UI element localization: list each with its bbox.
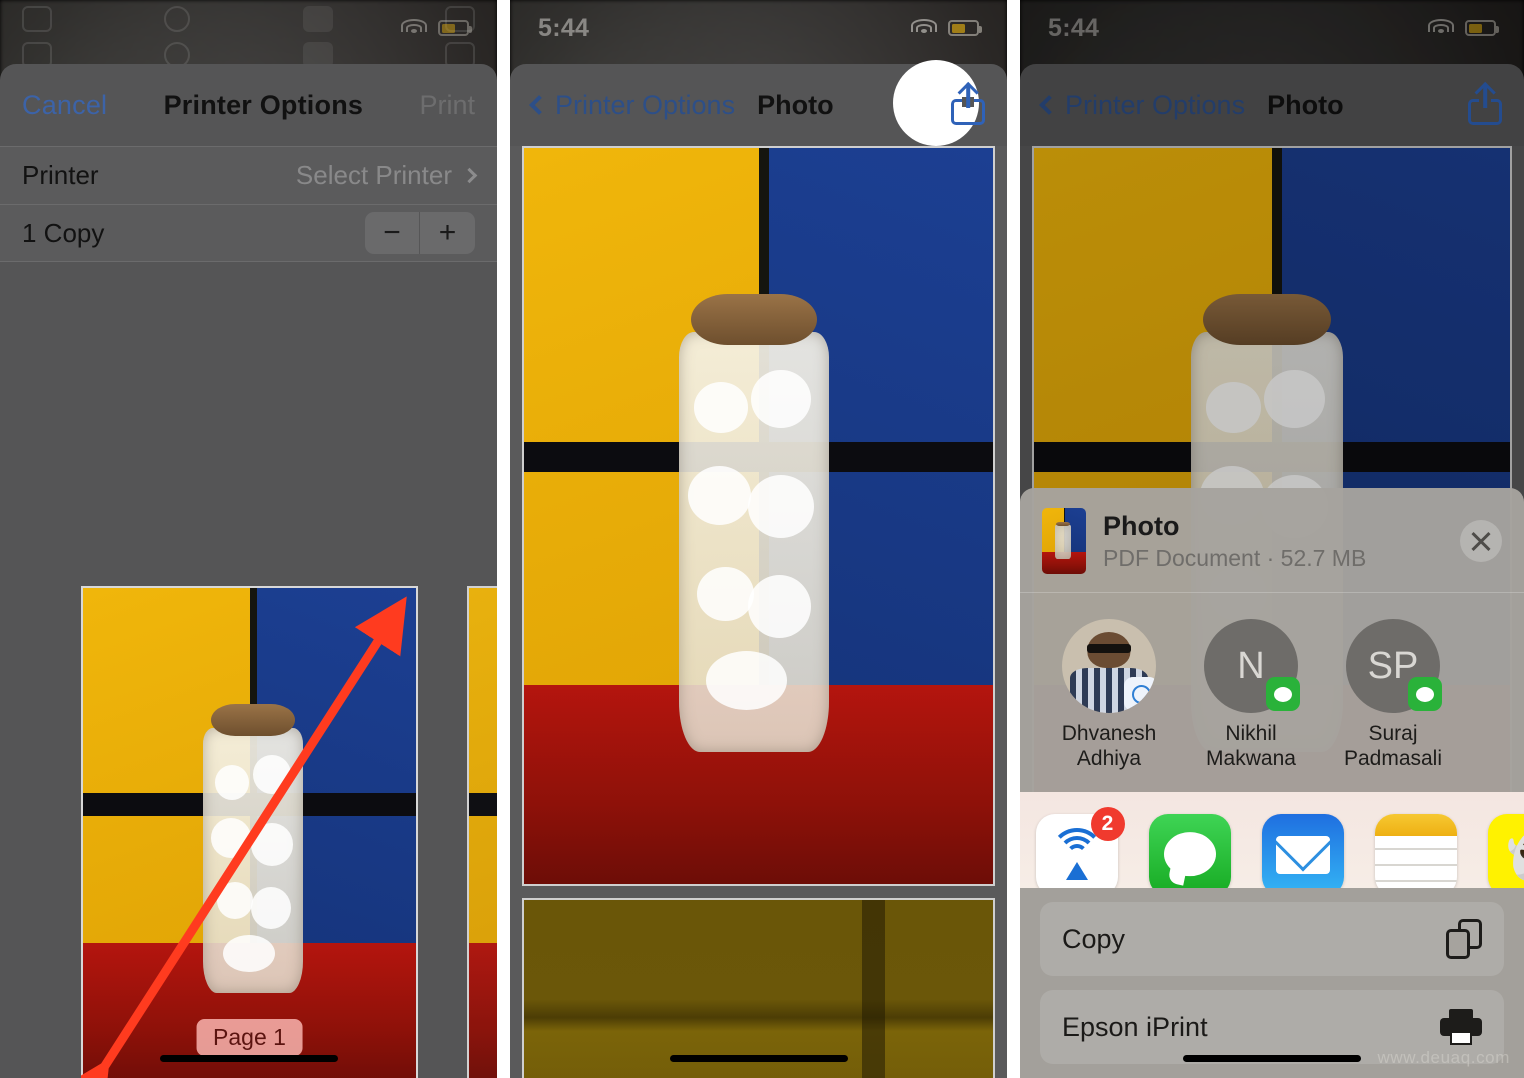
contact-name: Nikhil Makwana xyxy=(1206,722,1296,770)
printer-options-list: Printer Select Printer 1 Copy − + xyxy=(0,146,497,262)
share-doc-header: Photo PDF Document · 52.7 MB xyxy=(1020,488,1524,593)
printer-icon xyxy=(1440,1009,1482,1045)
doc-meta: Photo PDF Document · 52.7 MB xyxy=(1103,511,1460,572)
share-sheet: Photo PDF Document · 52.7 MB Dhvanesh Ad… xyxy=(1020,488,1524,1078)
action-copy[interactable]: Copy xyxy=(1040,902,1504,976)
panel-divider xyxy=(497,0,510,1078)
printer-options-sheet: Cancel Printer Options Print Printer Sel… xyxy=(0,64,497,1078)
copies-stepper[interactable]: − + xyxy=(365,212,475,254)
chrome-icon xyxy=(22,6,52,32)
preview-area: Page 1 xyxy=(0,262,497,1078)
action-label: Copy xyxy=(1062,923,1126,954)
home-indicator[interactable] xyxy=(159,1055,338,1062)
page-title: Photo xyxy=(757,89,834,120)
app-messages[interactable]: Messages xyxy=(1133,813,1246,888)
snapchat-icon: 👻 xyxy=(1487,813,1524,888)
panel-printer-options: Cancel Printer Options Print Printer Sel… xyxy=(0,0,497,1078)
avatar-initials: N xyxy=(1237,644,1265,687)
panel-photo-preview: 5:44 Printer Options Photo xyxy=(510,0,1007,1078)
row-printer-value: Select Printer xyxy=(295,160,478,191)
preview-photo xyxy=(469,588,497,1078)
avatar: SP xyxy=(1346,619,1442,713)
contacts-row: Dhvanesh Adhiya N Nikhil Makwana SP Sura… xyxy=(1020,593,1524,792)
contact-item[interactable]: N Nikhil Makwana xyxy=(1196,619,1306,772)
row-printer-label: Printer xyxy=(22,160,99,190)
home-indicator[interactable] xyxy=(669,1055,848,1062)
messages-icon xyxy=(1148,813,1231,888)
site-watermark: www.deuaq.com xyxy=(1377,1048,1510,1067)
mail-icon xyxy=(1261,813,1344,888)
pinch-zoom-arrow xyxy=(81,596,407,1078)
doc-thumbnail xyxy=(1042,508,1086,574)
doc-title: Photo xyxy=(1103,510,1180,541)
share-button[interactable] xyxy=(893,60,985,146)
chrome-icon xyxy=(444,6,475,32)
chevron-left-icon xyxy=(529,95,549,115)
panel-divider xyxy=(1007,0,1020,1078)
contact-name: Dhvanesh Adhiya xyxy=(1061,722,1157,770)
messages-badge-icon xyxy=(1266,677,1300,711)
app-mail[interactable]: Mail xyxy=(1246,813,1359,888)
contact-item[interactable]: Dhvanesh Adhiya xyxy=(1054,619,1164,772)
app-snapchat[interactable]: 👻 Sn xyxy=(1472,813,1524,888)
decrement-button[interactable]: − xyxy=(365,212,420,254)
photo-page-1[interactable] xyxy=(522,146,995,886)
photo-page-2[interactable] xyxy=(522,898,995,1078)
action-label: Epson iPrint xyxy=(1062,1011,1208,1042)
chrome-icon xyxy=(164,6,191,32)
chrome-icon xyxy=(302,6,333,32)
avatar xyxy=(1062,619,1156,713)
apps-row[interactable]: 2 AirDrop Messages Mail xyxy=(1020,791,1524,888)
app-airdrop[interactable]: 2 AirDrop xyxy=(1020,806,1133,888)
select-printer-text: Select Printer xyxy=(295,160,452,190)
back-button[interactable]: Printer Options xyxy=(529,89,736,121)
chevron-right-icon xyxy=(461,167,478,184)
avatar: N xyxy=(1204,619,1300,713)
sheet-navbar: Cancel Printer Options Print xyxy=(0,64,497,146)
contact-item[interactable]: SP Suraj Padmasali xyxy=(1338,619,1448,772)
airdrop-icon: 2 xyxy=(1035,806,1125,888)
row-printer[interactable]: Printer Select Printer xyxy=(0,146,497,204)
contact-name: Suraj Padmasali xyxy=(1343,722,1443,770)
jar-shape xyxy=(678,294,829,752)
photos-app-chrome xyxy=(0,0,497,70)
airdrop-badge-count: 2 xyxy=(1090,806,1125,841)
home-indicator[interactable] xyxy=(1183,1055,1361,1062)
cancel-button[interactable]: Cancel xyxy=(22,90,107,121)
app-notes[interactable]: Notes xyxy=(1359,813,1472,888)
preview-page-next[interactable] xyxy=(467,586,497,1078)
notes-icon xyxy=(1374,813,1457,888)
screenshot-stage: Cancel Printer Options Print Printer Sel… xyxy=(0,0,1524,1078)
airdrop-badge-icon xyxy=(1124,677,1156,711)
row-copies-label: 1 Copy xyxy=(22,217,105,248)
back-label: Printer Options xyxy=(555,89,736,120)
photo-feed[interactable] xyxy=(510,146,1007,1078)
doc-subtitle: PDF Document · 52.7 MB xyxy=(1103,544,1367,571)
row-copies: 1 Copy − + xyxy=(0,204,497,262)
page-title: Printer Options xyxy=(163,89,364,120)
photo-jar-shells xyxy=(524,148,993,884)
print-button[interactable]: Print xyxy=(419,90,475,121)
photo-furniture xyxy=(524,900,993,1078)
close-icon[interactable] xyxy=(1460,520,1502,562)
increment-button[interactable]: + xyxy=(420,212,475,254)
copy-icon xyxy=(1446,919,1482,959)
panel-share-sheet: 5:44 Printer Options Photo Photo PDF Doc… xyxy=(1020,0,1524,1078)
messages-badge-icon xyxy=(1408,677,1442,711)
photo-navbar: Printer Options Photo xyxy=(510,60,1007,146)
